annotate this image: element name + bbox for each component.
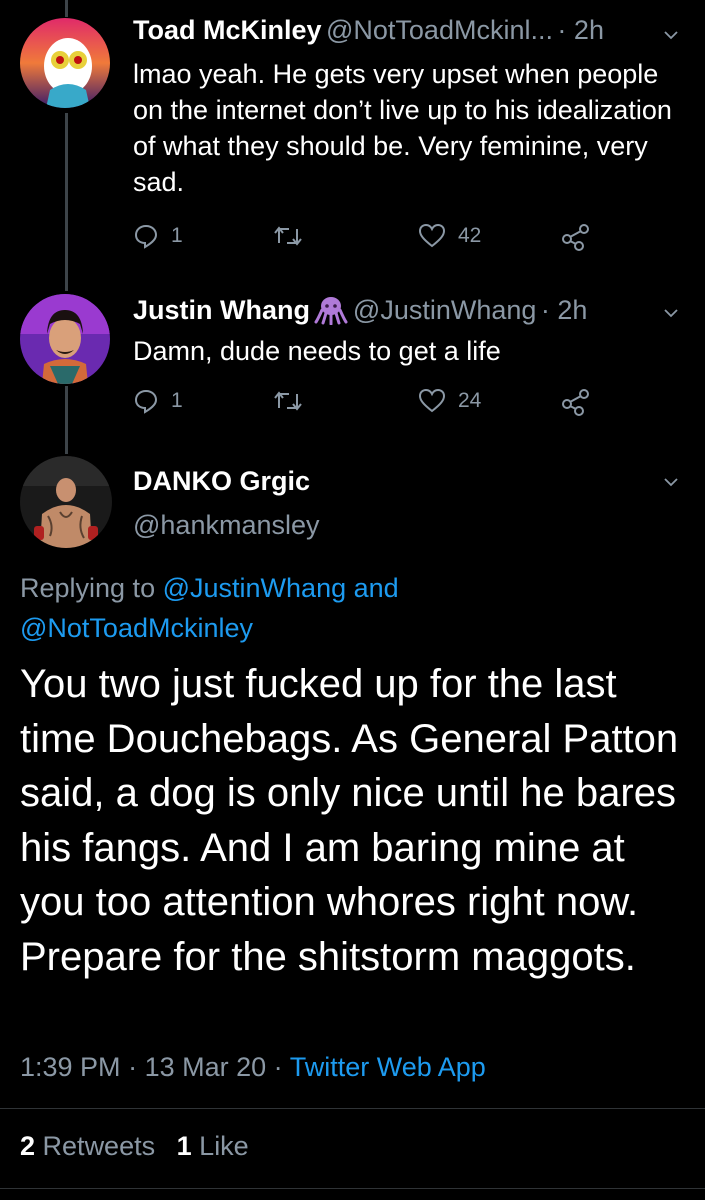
main-tweet-text: You two just fucked up for the last time…: [20, 662, 679, 979]
reply-count: 1: [171, 389, 183, 412]
likes-count: 1: [176, 1131, 192, 1161]
separator-dot: ·: [273, 1052, 290, 1082]
tweet-time[interactable]: 2h: [574, 15, 604, 45]
thread-line: [65, 0, 68, 17]
heart-icon: [418, 223, 446, 248]
author-name[interactable]: Toad McKinley: [133, 15, 322, 45]
separator-dot: ·: [557, 15, 574, 45]
replying-to: Replying to @JustinWhang and @NotToadMck…: [20, 568, 580, 648]
separator-dot: ·: [540, 295, 558, 325]
retweet-button[interactable]: [273, 388, 303, 414]
avatar[interactable]: [20, 456, 112, 548]
retweets-count: 2: [20, 1131, 36, 1161]
tweet-actions: 1 42: [133, 223, 603, 255]
chevron-down-icon[interactable]: [663, 474, 679, 490]
likes-label: Like: [199, 1131, 249, 1161]
main-author-name[interactable]: DANKO Grgic: [133, 466, 310, 497]
retweet-icon: [274, 226, 302, 246]
author-handle[interactable]: @NotToadMckinl...: [326, 15, 553, 45]
share-button[interactable]: [561, 223, 591, 251]
tweet-text: Damn, dude needs to get a life: [133, 336, 501, 366]
tweet-header: Justin Whang @JustinWhang · 2h: [133, 295, 587, 326]
separator-dot: ·: [128, 1052, 145, 1082]
share-icon: [562, 224, 589, 251]
tweet-header: Toad McKinley @NotToadMckinl... · 2h: [133, 15, 604, 46]
reply-count: 1: [171, 224, 183, 247]
like-button[interactable]: 24: [418, 388, 481, 414]
avatar[interactable]: [20, 18, 110, 108]
like-count: 24: [458, 389, 482, 412]
mention-and[interactable]: and: [354, 573, 399, 603]
reply-icon: [134, 224, 158, 249]
tweet-actions: 1 24: [133, 388, 603, 420]
like-button[interactable]: 42: [418, 223, 481, 249]
chevron-down-icon[interactable]: [663, 305, 679, 321]
reply-icon: [134, 389, 158, 414]
tweet-source[interactable]: Twitter Web App: [290, 1052, 486, 1082]
author-name[interactable]: Justin Whang: [133, 295, 310, 325]
divider: [0, 1108, 705, 1109]
chevron-down-icon[interactable]: [663, 27, 679, 43]
tweet-date[interactable]: 13 Mar 20: [145, 1052, 267, 1082]
replying-prefix: Replying to: [20, 573, 156, 603]
tweet-metadata: 1:39 PM · 13 Mar 20 · Twitter Web App: [20, 1052, 486, 1083]
mention-link[interactable]: @JustinWhang: [163, 573, 347, 603]
engagement-stats: 2 Retweets 1 Like: [20, 1131, 249, 1162]
tweet-time[interactable]: 2h: [557, 295, 587, 325]
main-author-handle[interactable]: @hankmansley: [133, 510, 320, 541]
retweets-stat[interactable]: 2 Retweets: [20, 1131, 163, 1161]
author-handle[interactable]: @JustinWhang: [353, 295, 537, 325]
reply-button[interactable]: 1: [133, 223, 183, 249]
retweet-button[interactable]: [273, 223, 303, 249]
avatar[interactable]: [20, 294, 110, 384]
share-button[interactable]: [561, 388, 591, 416]
thread-line: [65, 113, 68, 291]
tweet-text: lmao yeah. He gets very upset when peopl…: [133, 59, 672, 197]
reply-button[interactable]: 1: [133, 388, 183, 414]
thread-line: [65, 386, 68, 454]
mention-link[interactable]: @NotToadMckinley: [20, 613, 253, 643]
heart-icon: [418, 388, 446, 413]
tweet-timestamp[interactable]: 1:39 PM: [20, 1052, 121, 1082]
like-count: 42: [458, 224, 482, 247]
divider: [0, 1188, 705, 1189]
octopus-emoji-icon: [314, 297, 348, 326]
share-icon: [562, 389, 589, 416]
retweets-label: Retweets: [42, 1131, 156, 1161]
likes-stat[interactable]: 1 Like: [177, 1131, 249, 1161]
retweet-icon: [274, 391, 302, 411]
